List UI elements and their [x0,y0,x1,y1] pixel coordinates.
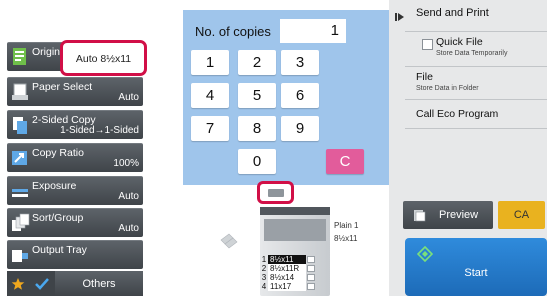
key-5[interactable]: 5 [238,83,276,108]
clear-key[interactable]: C [326,149,364,174]
tray-icon [268,189,284,197]
copies-keypad: No. of copies 1 1 2 3 4 5 6 7 8 9 0 C [183,10,391,185]
sort-group-value: Auto [118,223,139,234]
copy-ratio-label: Copy Ratio [32,147,84,159]
copy-ratio-button[interactable]: Copy Ratio 100% [7,143,143,172]
send-and-print-label: Send and Print [416,7,489,19]
file-label: File [416,71,433,83]
original-value-highlight[interactable]: Auto 8½x11 [60,40,147,76]
tray-row-2[interactable]: 2 8½x11R [260,264,315,273]
sort-group-label: Sort/Group [32,212,84,224]
exposure-button[interactable]: Exposure Auto [7,176,143,205]
finisher-sheets-icon [220,233,238,249]
ca-button[interactable]: CA [498,201,545,229]
key-6[interactable]: 6 [281,83,319,108]
bypass-paper-size: 8½x11 [334,234,358,243]
tray-row-4[interactable]: 4 11x17 [260,282,315,291]
original-page-icon [13,48,26,65]
key-0[interactable]: 0 [238,149,276,174]
others-button[interactable]: Others [55,271,143,296]
paper-select-value: Auto [118,92,139,103]
original-value: Auto 8½x11 [75,53,132,65]
exposure-icon [12,189,28,197]
key-8[interactable]: 8 [238,116,276,141]
bypass-paper-type: Plain 1 [334,221,359,230]
two-sided-copy-icon [13,117,27,134]
checkmark-icon [35,277,49,290]
others-label: Others [82,277,116,290]
tray-size-2: 8½x11R [268,264,306,273]
output-tray-button[interactable]: Output Tray [7,240,143,269]
output-tray-label: Output Tray [32,244,87,256]
paper-select-label: Paper Select [32,81,93,93]
star-icon [11,277,25,290]
two-sided-copy-value: 1-Sided→1-Sided [60,125,139,136]
file-sub: Store Data in Folder [416,85,479,92]
two-sided-copy-button[interactable]: 2-Sided Copy 1-Sided→1-Sided [7,110,143,139]
quick-file-checkbox[interactable] [422,39,433,50]
preview-label: Preview [439,209,479,221]
key-7[interactable]: 7 [191,116,229,141]
key-1[interactable]: 1 [191,50,229,75]
function-panel: Original Auto 8½x11 Paper Select Auto 2-… [0,0,180,296]
key-3[interactable]: 3 [281,50,319,75]
copy-ratio-value: 100% [113,158,139,169]
copies-input[interactable]: 1 [280,19,346,43]
tray-row-1[interactable]: 1 8½x11 [260,255,315,264]
paper-tray-icon [12,83,28,100]
start-button[interactable]: Start [405,238,547,296]
output-tray-icon [12,250,28,262]
key-9[interactable]: 9 [281,116,319,141]
exposure-value: Auto [118,191,139,202]
key-2[interactable]: 2 [238,50,276,75]
tray-size-1: 8½x11 [268,255,306,264]
send-and-print-item[interactable]: Send and Print [416,4,547,30]
file-item[interactable]: File Store Data in Folder [416,68,547,98]
quick-file-label: Quick File [436,36,483,48]
sort-group-button[interactable]: Sort/Group Auto [7,208,143,237]
start-label: Start [464,267,488,279]
copy-ratio-icon [12,151,27,165]
exposure-label: Exposure [32,180,77,192]
sort-group-icon [12,213,30,231]
quick-file-item[interactable]: Quick File Store Data Temporarily [416,33,547,65]
paper-select-button[interactable]: Paper Select Auto [7,77,143,106]
tray-size-3: 8½x14 [268,273,306,282]
bypass-tray-button[interactable] [257,181,294,204]
start-diamond-icon [417,246,433,262]
copies-label: No. of copies [195,24,271,39]
tray-size-4: 11x17 [268,282,306,291]
call-eco-program-item[interactable]: Call Eco Program [416,101,547,127]
quick-file-sub: Store Data Temporarily [436,50,508,57]
preview-button[interactable]: Preview [403,201,493,229]
key-4[interactable]: 4 [191,83,229,108]
favorite-button[interactable] [7,271,29,296]
bottom-bar: Others [7,271,143,296]
preview-icon [414,210,426,222]
tray-row-3[interactable]: 3 8½x14 [260,273,315,282]
play-arrow-icon[interactable] [395,12,405,22]
call-eco-program-label: Call Eco Program [416,108,499,120]
program-check-button[interactable] [30,271,54,296]
